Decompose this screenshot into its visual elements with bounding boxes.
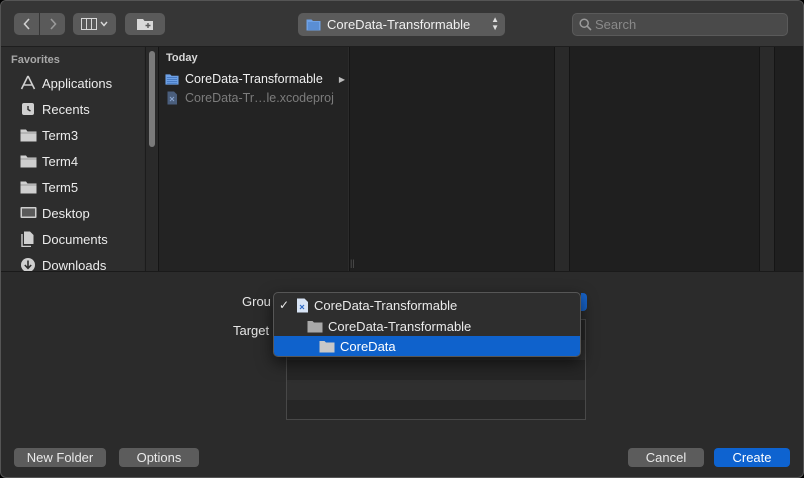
sidebar-item-applications[interactable]: Applications xyxy=(19,72,112,94)
list-item-xcodeproj[interactable]: CoreData-Tr…le.xcodeproj xyxy=(165,89,347,107)
list-item-label: CoreData-Tr…le.xcodeproj xyxy=(185,91,334,105)
sidebar-item-label: Downloads xyxy=(42,257,107,272)
group-popup-button[interactable] xyxy=(581,293,587,311)
up-down-chevron-icon: ▲ ▼ xyxy=(491,15,499,32)
sidebar-item-label: Term3 xyxy=(42,127,79,143)
divider xyxy=(1,271,803,272)
targets-label: Target xyxy=(233,323,270,338)
column-divider xyxy=(759,47,774,271)
project-folder-icon xyxy=(165,74,179,85)
sidebar-item-label: Term4 xyxy=(42,153,79,169)
table-row[interactable] xyxy=(287,400,585,420)
sidebar-item-term4[interactable]: Term4 xyxy=(19,150,78,172)
list-item-label: CoreData-Transformable xyxy=(185,72,323,86)
sidebar-item-label: Term5 xyxy=(42,179,79,195)
sidebar-item-label: Documents xyxy=(42,231,108,247)
folder-icon xyxy=(319,340,335,353)
checkmark-icon: ✓ xyxy=(279,298,290,312)
menu-item-label: CoreData-Transformable xyxy=(314,297,458,313)
sidebar-item-label: Recents xyxy=(42,101,90,117)
menu-item-folder-transformable[interactable]: CoreData-Transformable xyxy=(274,316,580,336)
view-mode-button[interactable] xyxy=(73,13,116,35)
project-icon xyxy=(296,298,309,313)
folder-icon xyxy=(307,320,323,333)
path-popup[interactable]: CoreData-Transformable ▲ ▼ xyxy=(298,13,505,36)
sidebar-item-desktop[interactable]: Desktop xyxy=(19,202,90,224)
sidebar-heading: Favorites xyxy=(11,54,60,66)
table-row[interactable] xyxy=(287,380,585,400)
sidebar-item-label: Desktop xyxy=(42,205,90,221)
list-item-project-folder[interactable]: CoreData-Transformable ▶ xyxy=(165,70,347,88)
menu-item-project[interactable]: ✓ CoreData-Transformable xyxy=(274,295,580,315)
downloads-icon xyxy=(19,257,37,271)
scrollbar-thumb[interactable] xyxy=(149,51,155,147)
menu-item-label: CoreData xyxy=(340,338,396,354)
cancel-button[interactable]: Cancel xyxy=(628,448,704,467)
sidebar-scrollbar[interactable] xyxy=(145,47,157,271)
folder-icon xyxy=(19,127,37,143)
sidebar-item-term5[interactable]: Term5 xyxy=(19,176,78,198)
new-folder-icon xyxy=(137,19,153,30)
desktop-icon xyxy=(19,205,37,221)
browser-column-3 xyxy=(569,47,759,271)
applications-icon xyxy=(19,75,37,91)
options-button[interactable]: Options xyxy=(119,448,199,467)
column-divider xyxy=(554,47,569,271)
sidebar-item-documents[interactable]: Documents xyxy=(19,228,108,250)
search-icon xyxy=(579,18,592,31)
chevron-left-icon xyxy=(22,18,30,30)
xcodeproj-icon xyxy=(167,91,177,105)
browser-column-2 xyxy=(349,47,554,271)
save-dialog: CoreData-Transformable ▲▼ Favorites Appl… xyxy=(0,0,804,478)
sidebar-item-recents[interactable]: Recents xyxy=(19,98,90,120)
browser-column-4 xyxy=(774,47,803,271)
folder-icon xyxy=(19,179,37,195)
search-field[interactable] xyxy=(572,13,788,36)
new-folder-toolbar-button[interactable] xyxy=(125,13,165,35)
sidebar: Favorites Applications Recents Term3 Ter… xyxy=(1,47,144,271)
search-input[interactable] xyxy=(595,17,775,32)
column-resize-handle[interactable]: || xyxy=(350,258,355,268)
recents-icon xyxy=(19,101,37,117)
path-popup-label: CoreData-Transformable xyxy=(327,17,471,32)
documents-icon xyxy=(19,231,37,247)
table-row[interactable] xyxy=(287,360,585,380)
column-heading: Today xyxy=(166,52,198,64)
toolbar: CoreData-Transformable ▲ ▼ xyxy=(1,1,803,47)
sidebar-item-term3[interactable]: Term3 xyxy=(19,124,78,146)
new-folder-button[interactable]: New Folder xyxy=(14,448,106,467)
column-view-icon xyxy=(81,18,97,30)
folder-icon xyxy=(19,153,37,169)
menu-item-folder-coredata[interactable]: CoreData xyxy=(274,336,580,356)
back-button[interactable] xyxy=(14,13,39,35)
sidebar-item-downloads[interactable]: Downloads xyxy=(19,254,106,271)
create-button[interactable]: Create xyxy=(714,448,790,467)
menu-item-label: CoreData-Transformable xyxy=(328,318,472,334)
project-folder-icon xyxy=(306,19,321,31)
group-popup-menu[interactable]: ✓ CoreData-Transformable CoreData-Transf… xyxy=(273,292,581,357)
sidebar-item-label: Applications xyxy=(42,75,113,91)
group-label: Grou xyxy=(242,294,271,309)
forward-button[interactable] xyxy=(40,13,65,35)
chevron-down-icon xyxy=(100,21,108,27)
browser-column-1: Today CoreData-Transformable ▶ CoreData-… xyxy=(158,47,348,271)
disclosure-arrow-icon: ▶ xyxy=(338,74,345,84)
chevron-right-icon xyxy=(49,18,57,30)
